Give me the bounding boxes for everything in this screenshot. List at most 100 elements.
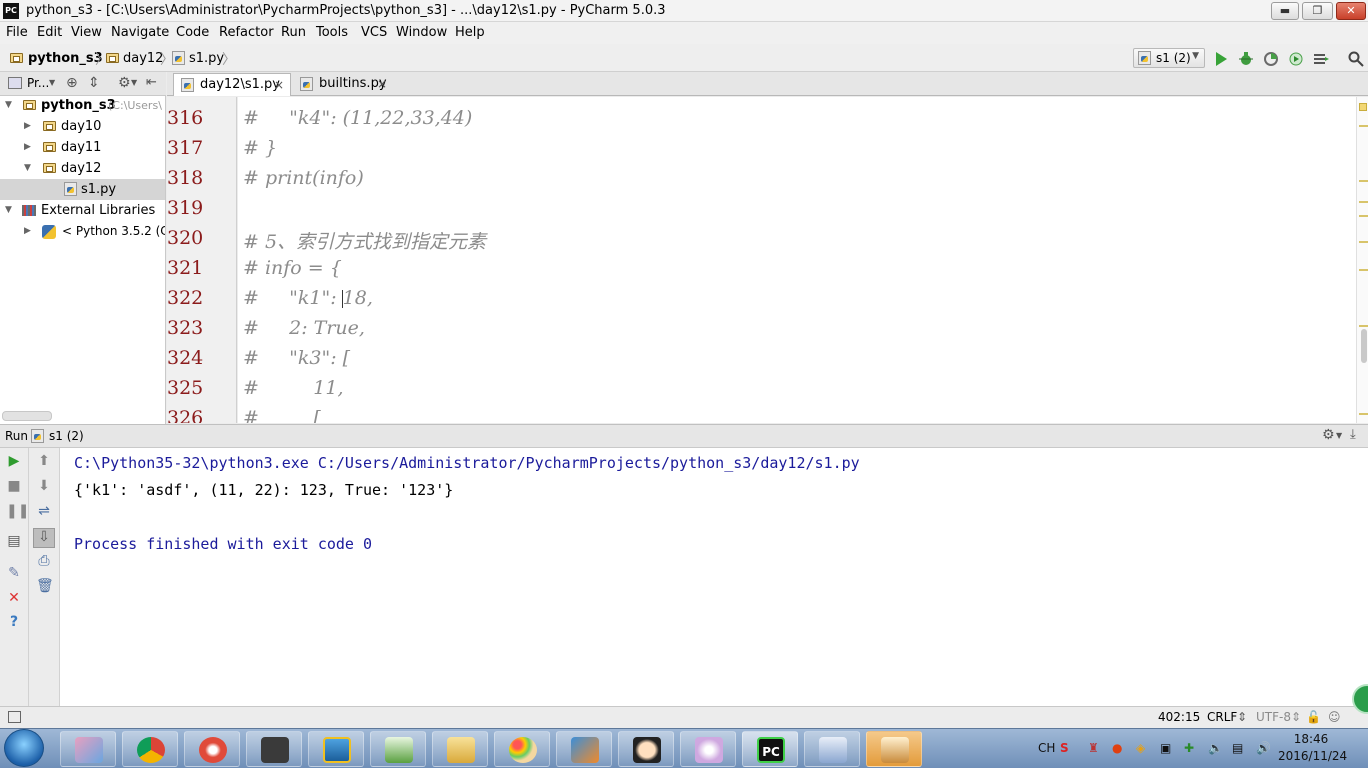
chevron-down-icon[interactable]: ▼ xyxy=(49,78,55,87)
sync-icon[interactable]: ⊕ xyxy=(66,75,78,91)
scroll-mark[interactable] xyxy=(1359,241,1368,243)
line-separator[interactable]: CRLF xyxy=(1207,710,1237,724)
tree-item-day11[interactable]: ▶ day11 xyxy=(0,137,165,158)
collapsed-arrow-icon[interactable]: ▶ xyxy=(24,221,31,242)
search-icon[interactable] xyxy=(1348,51,1364,67)
console-output[interactable]: C:\Python35-32\python3.exe C:/Users/Admi… xyxy=(60,448,1368,706)
pause-icon[interactable]: ❚❚ xyxy=(6,503,29,519)
taskbar-app-qq[interactable] xyxy=(618,731,674,767)
stop-icon[interactable]: ■ xyxy=(6,478,22,494)
print-icon[interactable]: ⎙ xyxy=(36,553,52,569)
expanded-arrow-icon[interactable]: ▼ xyxy=(5,200,12,221)
tray-app-icon[interactable]: ♜ xyxy=(1088,741,1099,755)
taskbar-app-paint[interactable] xyxy=(60,731,116,767)
run-config-tab[interactable]: s1 (2) xyxy=(49,429,84,443)
taskbar-app-network[interactable] xyxy=(556,731,612,767)
taskbar-app-browser[interactable] xyxy=(184,731,240,767)
taskbar-app-camera[interactable] xyxy=(246,731,302,767)
tree-item-external-libraries[interactable]: ▼ External Libraries xyxy=(0,200,165,221)
help-icon[interactable]: ? xyxy=(6,614,22,630)
speaker-icon[interactable]: 🔊 xyxy=(1256,741,1271,755)
menu-window[interactable]: Window xyxy=(396,25,447,40)
hide-panel-icon[interactable]: ⤓ xyxy=(1350,427,1356,442)
menu-navigate[interactable]: Navigate xyxy=(111,25,169,40)
editor-scrollbar[interactable] xyxy=(1356,97,1368,423)
menu-vcs[interactable]: VCS xyxy=(361,25,387,40)
menu-refactor[interactable]: Refactor xyxy=(219,25,274,40)
code-editor[interactable]: # "k4": (11,22,33,44) # } # print(info) … xyxy=(238,97,1356,423)
taskbar-app-remote[interactable] xyxy=(804,731,860,767)
restore-layout-icon[interactable]: ▤ xyxy=(6,533,22,549)
taskbar-app-explorer[interactable] xyxy=(432,731,488,767)
chevron-down-icon[interactable]: ▼ xyxy=(131,78,137,87)
scroll-mark[interactable] xyxy=(1359,201,1368,203)
horizontal-scrollbar[interactable] xyxy=(2,411,52,421)
close-tab-icon[interactable]: × xyxy=(274,74,284,96)
tree-item-s1-py[interactable]: s1.py xyxy=(0,179,165,200)
soft-wrap-icon[interactable]: ⇌ xyxy=(36,503,52,519)
notification-icon[interactable]: ◈ xyxy=(1136,741,1145,755)
tree-item-day12[interactable]: ▼ day12 xyxy=(0,158,165,179)
gear-icon[interactable]: ⚙ xyxy=(118,75,131,91)
inspector-icon[interactable]: ☺ xyxy=(1328,710,1341,724)
tree-item-python-sdk[interactable]: ▶ < Python 3.5.2 (C:\ xyxy=(0,221,165,242)
lock-icon[interactable]: 🔓 xyxy=(1306,710,1321,724)
scroll-thumb[interactable] xyxy=(1361,329,1367,363)
taskbar-app-paint-tool[interactable] xyxy=(680,731,736,767)
trash-icon[interactable]: 🗑 xyxy=(36,578,54,594)
start-button[interactable] xyxy=(4,729,44,767)
scroll-mark[interactable] xyxy=(1359,413,1368,415)
run-configuration-select[interactable]: s1 (2) ▼ xyxy=(1133,48,1205,68)
down-arrow-icon[interactable]: ⬇ xyxy=(36,478,52,494)
tab-day12-s1-py[interactable]: day12\s1.py × xyxy=(173,73,291,96)
taskbar-app-meeting[interactable] xyxy=(866,731,922,767)
scroll-mark[interactable] xyxy=(1359,215,1368,217)
menu-run[interactable]: Run xyxy=(281,25,306,40)
taskbar-app-editor[interactable] xyxy=(370,731,426,767)
tree-item-day10[interactable]: ▶ day10 xyxy=(0,116,165,137)
breadcrumb-folder[interactable]: day12 xyxy=(123,51,163,66)
scroll-mark[interactable] xyxy=(1359,180,1368,182)
rerun-icon[interactable]: ▶ xyxy=(6,453,22,469)
caret-position[interactable]: 402:15 xyxy=(1158,710,1200,724)
expanded-arrow-icon[interactable]: ▼ xyxy=(5,95,12,116)
collapse-all-icon[interactable]: ⇕ xyxy=(88,75,100,91)
collapsed-arrow-icon[interactable]: ▶ xyxy=(24,116,31,137)
scroll-mark[interactable] xyxy=(1359,125,1368,127)
system-clock[interactable]: 18:46 2016/11/24 xyxy=(1278,731,1347,765)
maximize-button[interactable]: ❐ xyxy=(1302,2,1333,20)
profile-icon[interactable] xyxy=(1288,51,1304,67)
taskbar-app-virtualbox[interactable] xyxy=(308,731,364,767)
tool-windows-icon[interactable] xyxy=(8,711,21,723)
collapsed-arrow-icon[interactable]: ▶ xyxy=(24,137,31,158)
menu-tools[interactable]: Tools xyxy=(316,25,348,40)
menu-file[interactable]: File xyxy=(6,25,28,40)
pin-icon[interactable]: ✎ xyxy=(6,565,22,581)
taskbar-app-palette[interactable] xyxy=(494,731,550,767)
warning-indicator-icon[interactable] xyxy=(1359,103,1367,111)
network-icon[interactable]: ▤ xyxy=(1232,741,1243,755)
taskbar-app-pycharm[interactable]: PC xyxy=(742,731,798,767)
file-encoding[interactable]: UTF-8 xyxy=(1256,710,1291,724)
tab-builtins-py[interactable]: builtins.py × xyxy=(293,73,393,96)
breadcrumb-project[interactable]: python_s3 xyxy=(28,51,103,66)
close-icon[interactable]: ✕ xyxy=(6,590,22,606)
expanded-arrow-icon[interactable]: ▼ xyxy=(24,158,31,179)
scroll-to-end-icon[interactable]: ⇩ xyxy=(33,528,55,548)
security-icon[interactable]: ✚ xyxy=(1184,741,1194,755)
concurrency-icon[interactable] xyxy=(1313,51,1329,67)
minimize-button[interactable]: ▬ xyxy=(1271,2,1299,20)
hide-panel-icon[interactable]: ⇤ xyxy=(146,75,157,90)
project-panel-title[interactable]: Pr... xyxy=(27,76,49,90)
ime-indicator[interactable]: CH xyxy=(1038,741,1055,755)
menu-help[interactable]: Help xyxy=(455,25,485,40)
coverage-icon[interactable] xyxy=(1263,51,1279,67)
tree-item-project-root[interactable]: ▼ python_s3 (C:\Users\ xyxy=(0,95,165,116)
sogou-icon[interactable]: S xyxy=(1060,741,1069,755)
up-arrow-icon[interactable]: ⬆ xyxy=(36,453,52,469)
scroll-mark[interactable] xyxy=(1359,325,1368,327)
debug-icon[interactable] xyxy=(1238,51,1254,67)
gear-icon[interactable]: ⚙ xyxy=(1322,427,1335,443)
run-icon[interactable] xyxy=(1213,51,1229,67)
menu-edit[interactable]: Edit xyxy=(37,25,62,40)
